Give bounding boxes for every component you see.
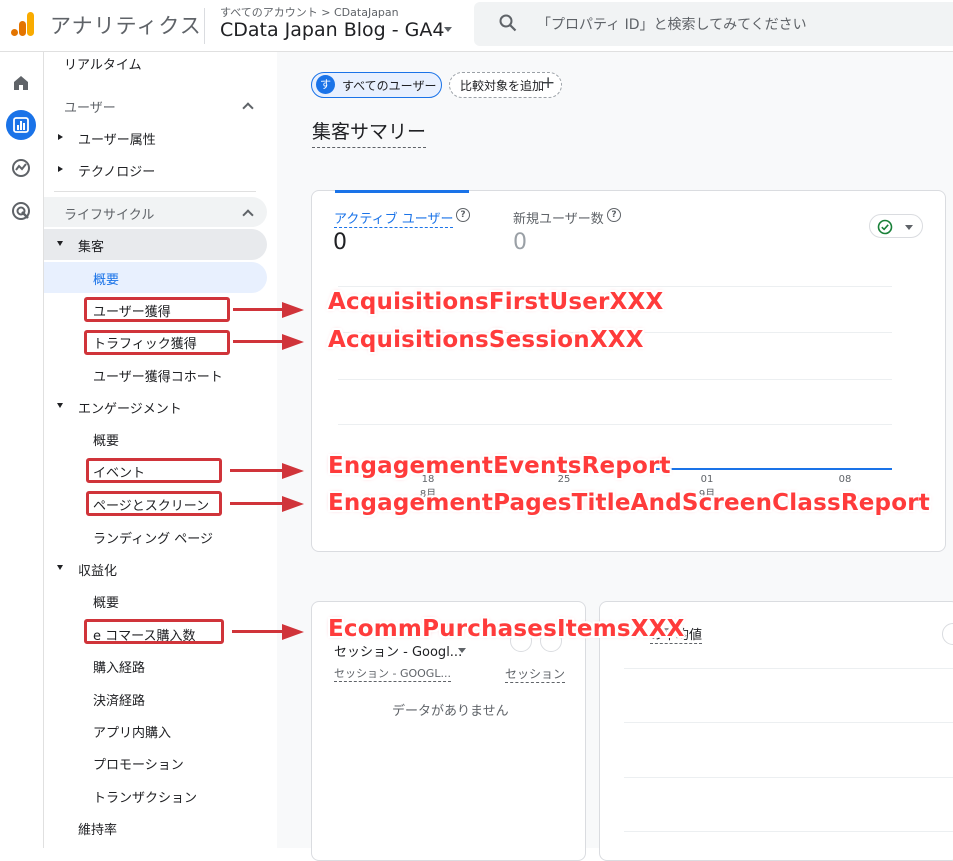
table-header-dimension[interactable]: セッション - GOOGL... bbox=[334, 665, 451, 682]
arrow-line bbox=[233, 340, 283, 343]
search-icon[interactable] bbox=[499, 14, 517, 32]
arrow-icon bbox=[282, 302, 304, 318]
arrow-icon bbox=[282, 334, 304, 350]
arrow-line bbox=[230, 502, 283, 505]
metric-tab-active-users[interactable]: アクティブ ユーザー bbox=[334, 208, 454, 228]
sidebar-item-purchase-journey[interactable]: 購入経路 bbox=[93, 657, 145, 676]
app-title: アナリティクス bbox=[50, 14, 202, 38]
sidebar-item-technology[interactable]: テクノロジー bbox=[78, 161, 155, 180]
sidebar-item-engagement-overview[interactable]: 概要 bbox=[93, 430, 119, 449]
sidebar-item-user-acquisition-cohort[interactable]: ユーザー獲得コホート bbox=[93, 366, 223, 385]
arrow-line bbox=[232, 630, 283, 633]
sidebar-item-transactions[interactable]: トランザクション bbox=[93, 787, 197, 806]
annotation-label: AcquisitionsFirstUserXXX bbox=[328, 289, 664, 315]
expand-icon[interactable] bbox=[58, 166, 63, 172]
chart-gridline bbox=[624, 722, 953, 723]
sidebar-item-promotions[interactable]: プロモーション bbox=[93, 754, 184, 773]
highlight-box bbox=[84, 619, 224, 644]
segment-badge: す bbox=[316, 75, 335, 94]
help-icon[interactable]: ? bbox=[607, 208, 621, 222]
analytics-logo-icon[interactable] bbox=[10, 10, 36, 38]
sidebar-section-lifecycle[interactable]: ライフサイクル bbox=[64, 204, 154, 223]
arrow-line bbox=[230, 469, 283, 472]
search-placeholder[interactable]: 「プロパティ ID」と検索してみてください bbox=[537, 14, 807, 34]
annotation-label: EngagementPagesTitleAndScreenClassReport bbox=[328, 490, 930, 516]
sidebar-item-in-app-purchases[interactable]: アプリ内購入 bbox=[93, 722, 171, 741]
reports-icon[interactable] bbox=[6, 110, 36, 140]
chart-gridline bbox=[624, 668, 953, 669]
active-row-bg bbox=[44, 262, 267, 293]
sidebar-item-acquisition-overview[interactable]: 概要 bbox=[93, 269, 119, 288]
check-circle-icon bbox=[877, 219, 893, 235]
collapse-icon[interactable] bbox=[57, 565, 63, 570]
segment-chip-label[interactable]: すべてのユーザー bbox=[342, 77, 436, 94]
x-tick-day: 01 bbox=[700, 474, 714, 485]
sidebar-section-user[interactable]: ユーザー bbox=[64, 97, 116, 116]
sidebar-item-monetization-overview[interactable]: 概要 bbox=[93, 592, 119, 611]
sidebar-item-landing-page[interactable]: ランディング ページ bbox=[93, 528, 213, 547]
highlight-box bbox=[84, 297, 230, 322]
empty-state: データがありません bbox=[392, 704, 509, 719]
add-comparison-label[interactable]: 比較対象を追加 bbox=[460, 77, 544, 94]
arrow-icon bbox=[282, 624, 304, 640]
explore-icon[interactable] bbox=[6, 153, 36, 183]
expand-icon[interactable] bbox=[58, 134, 63, 140]
active-tab-indicator bbox=[335, 190, 469, 193]
collapse-icon[interactable] bbox=[57, 403, 63, 408]
sidebar-item-retention[interactable]: 維持率 bbox=[78, 819, 117, 838]
chart-gridline bbox=[338, 424, 892, 425]
annotation-label: EngagementEventsReport bbox=[328, 453, 671, 479]
sidebar-item-realtime[interactable]: リアルタイム bbox=[64, 54, 142, 73]
collapse-icon[interactable] bbox=[57, 241, 63, 246]
chart-gridline bbox=[338, 379, 892, 380]
highlight-box bbox=[86, 491, 222, 516]
chevron-down-icon[interactable] bbox=[458, 648, 466, 653]
help-icon[interactable]: ? bbox=[456, 208, 470, 222]
metric-tab-new-users[interactable]: 新規ユーザー数 bbox=[513, 208, 604, 227]
plus-icon[interactable]: + bbox=[541, 73, 555, 93]
chevron-down-icon bbox=[905, 225, 913, 230]
metric-value-new-users: 0 bbox=[513, 230, 527, 255]
page-title: 集客サマリー bbox=[312, 117, 427, 148]
arrow-line bbox=[233, 308, 283, 311]
arrow-icon bbox=[282, 463, 304, 479]
chevron-down-icon[interactable] bbox=[444, 27, 452, 32]
divider bbox=[54, 191, 256, 192]
top-header: アナリティクス すべてのアカウント > CDataJapan CData Jap… bbox=[0, 0, 953, 52]
insights-toggle[interactable] bbox=[869, 214, 923, 238]
sidebar-item-user-attributes[interactable]: ユーザー属性 bbox=[78, 129, 156, 148]
chart-gridline bbox=[624, 777, 953, 778]
advertising-icon[interactable] bbox=[6, 196, 36, 226]
x-tick-day: 08 bbox=[838, 474, 852, 485]
sidebar-item-engagement[interactable]: エンゲージメント bbox=[78, 398, 182, 417]
chart-gridline bbox=[624, 831, 953, 832]
sidebar-item-monetization[interactable]: 収益化 bbox=[78, 560, 117, 579]
dimension-selector[interactable]: セッション - Googl... bbox=[334, 641, 462, 660]
arrow-icon bbox=[282, 496, 304, 512]
highlight-box bbox=[84, 330, 230, 355]
annotation-label: EcommPurchasesItemsXXX bbox=[328, 616, 685, 642]
sidebar-item-checkout-journey[interactable]: 決済経路 bbox=[93, 690, 145, 709]
table-header-sessions[interactable]: セッション bbox=[505, 665, 566, 683]
home-icon[interactable] bbox=[6, 68, 36, 98]
property-selector[interactable]: CData Japan Blog - GA4 bbox=[220, 19, 444, 41]
sidebar-item-acquisition[interactable]: 集客 bbox=[78, 236, 104, 255]
breadcrumb[interactable]: すべてのアカウント > CDataJapan bbox=[220, 4, 399, 20]
metric-value-active-users: 0 bbox=[333, 230, 347, 255]
chart-gridline bbox=[338, 286, 892, 287]
nav-rail bbox=[0, 52, 44, 848]
annotation-label: AcquisitionsSessionXXX bbox=[328, 327, 644, 353]
highlight-box bbox=[86, 458, 222, 483]
header-divider bbox=[204, 8, 205, 44]
